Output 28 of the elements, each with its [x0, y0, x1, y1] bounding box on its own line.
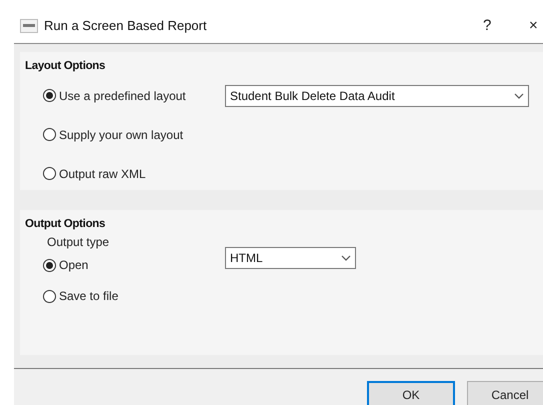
radio-icon[interactable] — [43, 128, 56, 141]
ok-button[interactable]: OK — [367, 381, 455, 405]
close-button[interactable]: × — [529, 17, 543, 34]
radio-label: Supply your own layout — [59, 128, 184, 142]
radio-label: Save to file — [59, 289, 118, 303]
chevron-down-icon — [341, 255, 351, 261]
section-heading: Output Options — [25, 218, 106, 230]
radio-icon[interactable] — [43, 290, 56, 302]
radio-option[interactable]: Output raw XML — [43, 166, 225, 180]
radio-label: Open — [59, 258, 88, 272]
layout-dropdown[interactable]: Student Bulk Delete Data Audit — [225, 84, 529, 106]
radio-option[interactable]: Supply your own layout — [43, 128, 225, 142]
app-icon — [20, 18, 38, 32]
output-type-label: Output type — [47, 235, 110, 249]
radio-option[interactable]: Open — [43, 258, 225, 272]
radio-icon[interactable] — [43, 167, 56, 180]
radio-label: Output raw XML — [59, 166, 146, 180]
output-type-dropdown[interactable]: HTML — [225, 247, 356, 269]
radio-icon[interactable] — [43, 258, 56, 272]
help-button[interactable]: ? — [483, 17, 523, 34]
radio-label: Use a predefined layout — [59, 88, 186, 102]
window-title: Run a Screen Based Report — [44, 18, 208, 33]
cancel-button[interactable]: Cancel — [467, 381, 543, 405]
section-heading: Layout Options — [25, 60, 106, 72]
radio-icon[interactable] — [43, 89, 56, 102]
radio-option[interactable]: Use a predefined layout — [43, 88, 225, 102]
chevron-down-icon — [514, 92, 524, 98]
radio-option[interactable]: Save to file — [43, 289, 225, 303]
